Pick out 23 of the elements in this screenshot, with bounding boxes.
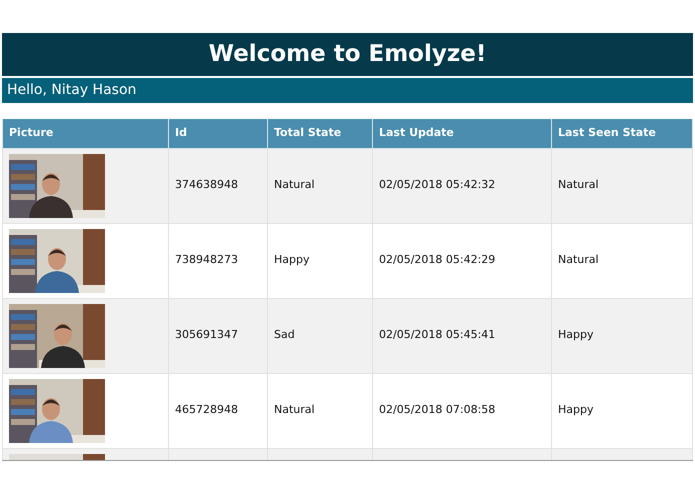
column-header: Id xyxy=(168,119,268,148)
greeting-text: Hello, Nitay Hason xyxy=(2,78,693,103)
state-cell: Natural xyxy=(268,373,372,448)
page-title: Welcome to Emolyze! xyxy=(2,33,693,76)
state-cell: Natural xyxy=(552,148,692,223)
state-cell: Natural xyxy=(552,223,692,298)
state-cell: Happy xyxy=(552,298,692,373)
id-cell: 465728948 xyxy=(168,373,268,448)
timestamp-cell: 02/05/2018 05:42:29 xyxy=(372,223,552,298)
state-cell: Natural xyxy=(268,148,372,223)
column-header: Picture xyxy=(2,119,168,148)
state-cell: Happy xyxy=(552,373,692,448)
column-header: Last Update xyxy=(372,119,552,148)
timestamp-cell: 02/05/2018 05:42:32 xyxy=(372,148,552,223)
column-header: Total State xyxy=(268,119,372,148)
timestamp-cell: 02/05/2018 05:45:41 xyxy=(372,298,552,373)
column-header: Last Seen State xyxy=(552,119,692,148)
id-cell: 374638948 xyxy=(168,148,268,223)
id-cell: 305691347 xyxy=(168,298,268,373)
timestamp-cell: 02/05/2018 07:08:58 xyxy=(372,373,552,448)
id-cell: 738948273 xyxy=(168,223,268,298)
state-cell: Sad xyxy=(268,298,372,373)
state-cell: Happy xyxy=(268,223,372,298)
